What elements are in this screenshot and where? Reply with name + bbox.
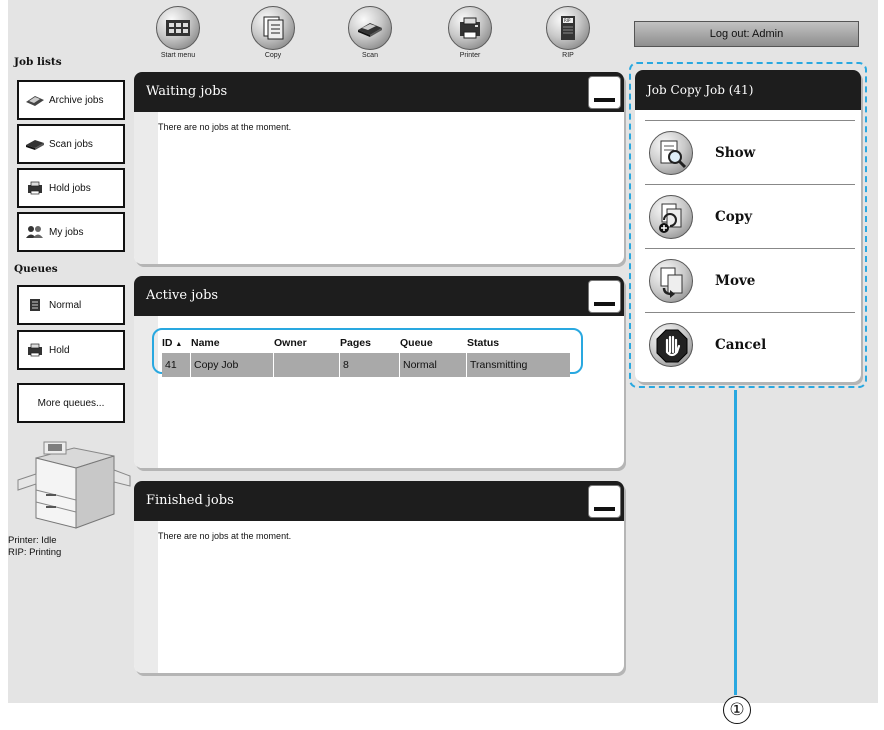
hold-jobs-label: Hold jobs <box>49 182 91 194</box>
active-jobs-panel: Active jobs ID ▲ Name Owner Pages Queue … <box>134 276 624 468</box>
app-window: Start menu Copy Scan Printer RIP RIP Log… <box>8 0 878 703</box>
hold-jobs-icon <box>25 181 45 195</box>
column-header-name[interactable]: Name <box>191 337 274 349</box>
printer-illustration <box>14 440 134 535</box>
cell-queue: Normal <box>400 353 467 377</box>
move-job-icon <box>649 258 693 303</box>
finished-jobs-panel: Finished jobs There are no jobs at the m… <box>134 481 624 673</box>
archive-jobs-button[interactable]: Archive jobs <box>17 80 125 120</box>
column-header-owner[interactable]: Owner <box>274 337 340 349</box>
queues-title: Queues <box>14 263 58 275</box>
minimize-icon <box>594 507 615 511</box>
scan-label: Scan <box>362 52 378 59</box>
minimize-icon <box>594 302 615 306</box>
move-job-button[interactable]: Move <box>645 248 855 312</box>
job-actions-panel: Job Copy Job (41) Show Copy Move Cancel <box>635 70 861 382</box>
finished-jobs-body: There are no jobs at the moment. <box>134 521 624 673</box>
job-actions-title: Job Copy Job (41) <box>635 70 861 110</box>
copy-button[interactable]: Copy <box>243 6 303 59</box>
active-jobs-title: Active jobs <box>146 288 219 303</box>
cell-name: Copy Job <box>191 353 274 377</box>
scan-button[interactable]: Scan <box>340 6 400 59</box>
cell-status: Transmitting <box>470 359 528 371</box>
panel-gutter <box>134 112 158 264</box>
cell-pages: 8 <box>340 353 400 377</box>
job-lists-title: Job lists <box>14 56 62 68</box>
table-row[interactable]: 41 Copy Job 8 Normal Transmitting <box>162 353 570 377</box>
move-job-label: Move <box>715 272 756 289</box>
printer-button[interactable]: Printer <box>440 6 500 59</box>
start-menu-button[interactable]: Start menu <box>148 6 208 59</box>
cell-id: 41 <box>162 353 191 377</box>
sort-ascending-icon: ▲ <box>175 341 183 348</box>
finished-jobs-title: Finished jobs <box>146 493 234 508</box>
archive-jobs-label: Archive jobs <box>49 94 104 106</box>
copy-label: Copy <box>264 52 282 59</box>
more-queues-button[interactable]: More queues... <box>17 383 125 423</box>
active-jobs-header: Active jobs <box>134 276 624 316</box>
finished-empty-message: There are no jobs at the moment. <box>158 531 292 541</box>
hold-queue-button[interactable]: Hold <box>17 330 125 370</box>
printer-label: Printer <box>459 52 481 59</box>
callout-line <box>734 390 737 695</box>
scan-icon <box>348 6 392 50</box>
rip-button[interactable]: RIP RIP <box>538 6 598 59</box>
printer-icon <box>448 6 492 50</box>
cancel-stop-icon <box>649 322 693 367</box>
scan-jobs-button[interactable]: Scan jobs <box>17 124 125 164</box>
archive-jobs-icon <box>25 93 45 107</box>
rip-status: RIP: Printing <box>8 547 62 558</box>
waiting-jobs-title: Waiting jobs <box>146 84 228 99</box>
normal-queue-button[interactable]: Normal <box>17 285 125 325</box>
copy-job-label: Copy <box>715 208 753 225</box>
column-header-id[interactable]: ID ▲ <box>162 337 191 349</box>
column-header-status[interactable]: Status <box>467 337 570 349</box>
minimize-finished-button[interactable] <box>588 485 621 518</box>
my-jobs-icon <box>25 225 45 239</box>
my-jobs-button[interactable]: My jobs <box>17 212 125 252</box>
callout-number: ① <box>723 696 751 724</box>
minimize-icon <box>594 98 615 102</box>
rip-label: RIP <box>562 52 574 59</box>
start-menu-label: Start menu <box>160 52 196 59</box>
svg-text:RIP: RIP <box>564 18 571 23</box>
table-header-row: ID ▲ Name Owner Pages Queue Status <box>162 333 581 353</box>
column-header-pages[interactable]: Pages <box>340 337 400 349</box>
show-magnifier-icon <box>649 130 693 175</box>
hold-queue-icon <box>25 343 45 357</box>
printer-status: Printer: Idle <box>8 535 57 546</box>
waiting-jobs-panel: Waiting jobs There are no jobs at the mo… <box>134 72 624 264</box>
scan-jobs-label: Scan jobs <box>49 138 93 150</box>
logout-button[interactable]: Log out: Admin <box>634 21 859 47</box>
copy-job-icon <box>649 194 693 239</box>
show-button[interactable]: Show <box>645 120 855 184</box>
waiting-jobs-body: There are no jobs at the moment. <box>134 112 624 264</box>
active-jobs-body: ID ▲ Name Owner Pages Queue Status 41 Co… <box>134 316 624 468</box>
normal-queue-label: Normal <box>49 299 82 311</box>
cancel-job-label: Cancel <box>715 336 767 353</box>
hold-queue-label: Hold <box>49 344 70 356</box>
copy-icon <box>251 6 295 50</box>
waiting-jobs-header: Waiting jobs <box>134 72 624 112</box>
minimize-active-button[interactable] <box>588 280 621 313</box>
panel-gutter <box>134 521 158 673</box>
finished-jobs-header: Finished jobs <box>134 481 624 521</box>
normal-queue-icon <box>25 298 45 312</box>
copy-job-button[interactable]: Copy <box>645 184 855 248</box>
show-label: Show <box>715 144 756 161</box>
my-jobs-label: My jobs <box>49 226 84 238</box>
start-menu-icon <box>156 6 200 50</box>
cancel-job-button[interactable]: Cancel <box>645 312 855 376</box>
waiting-empty-message: There are no jobs at the moment. <box>158 122 292 132</box>
scan-jobs-icon <box>25 137 45 151</box>
cell-owner <box>274 353 340 377</box>
hold-jobs-button[interactable]: Hold jobs <box>17 168 125 208</box>
minimize-waiting-button[interactable] <box>588 76 621 109</box>
active-jobs-table: ID ▲ Name Owner Pages Queue Status 41 Co… <box>152 328 583 377</box>
column-header-queue[interactable]: Queue <box>400 337 467 349</box>
rip-icon: RIP <box>546 6 590 50</box>
